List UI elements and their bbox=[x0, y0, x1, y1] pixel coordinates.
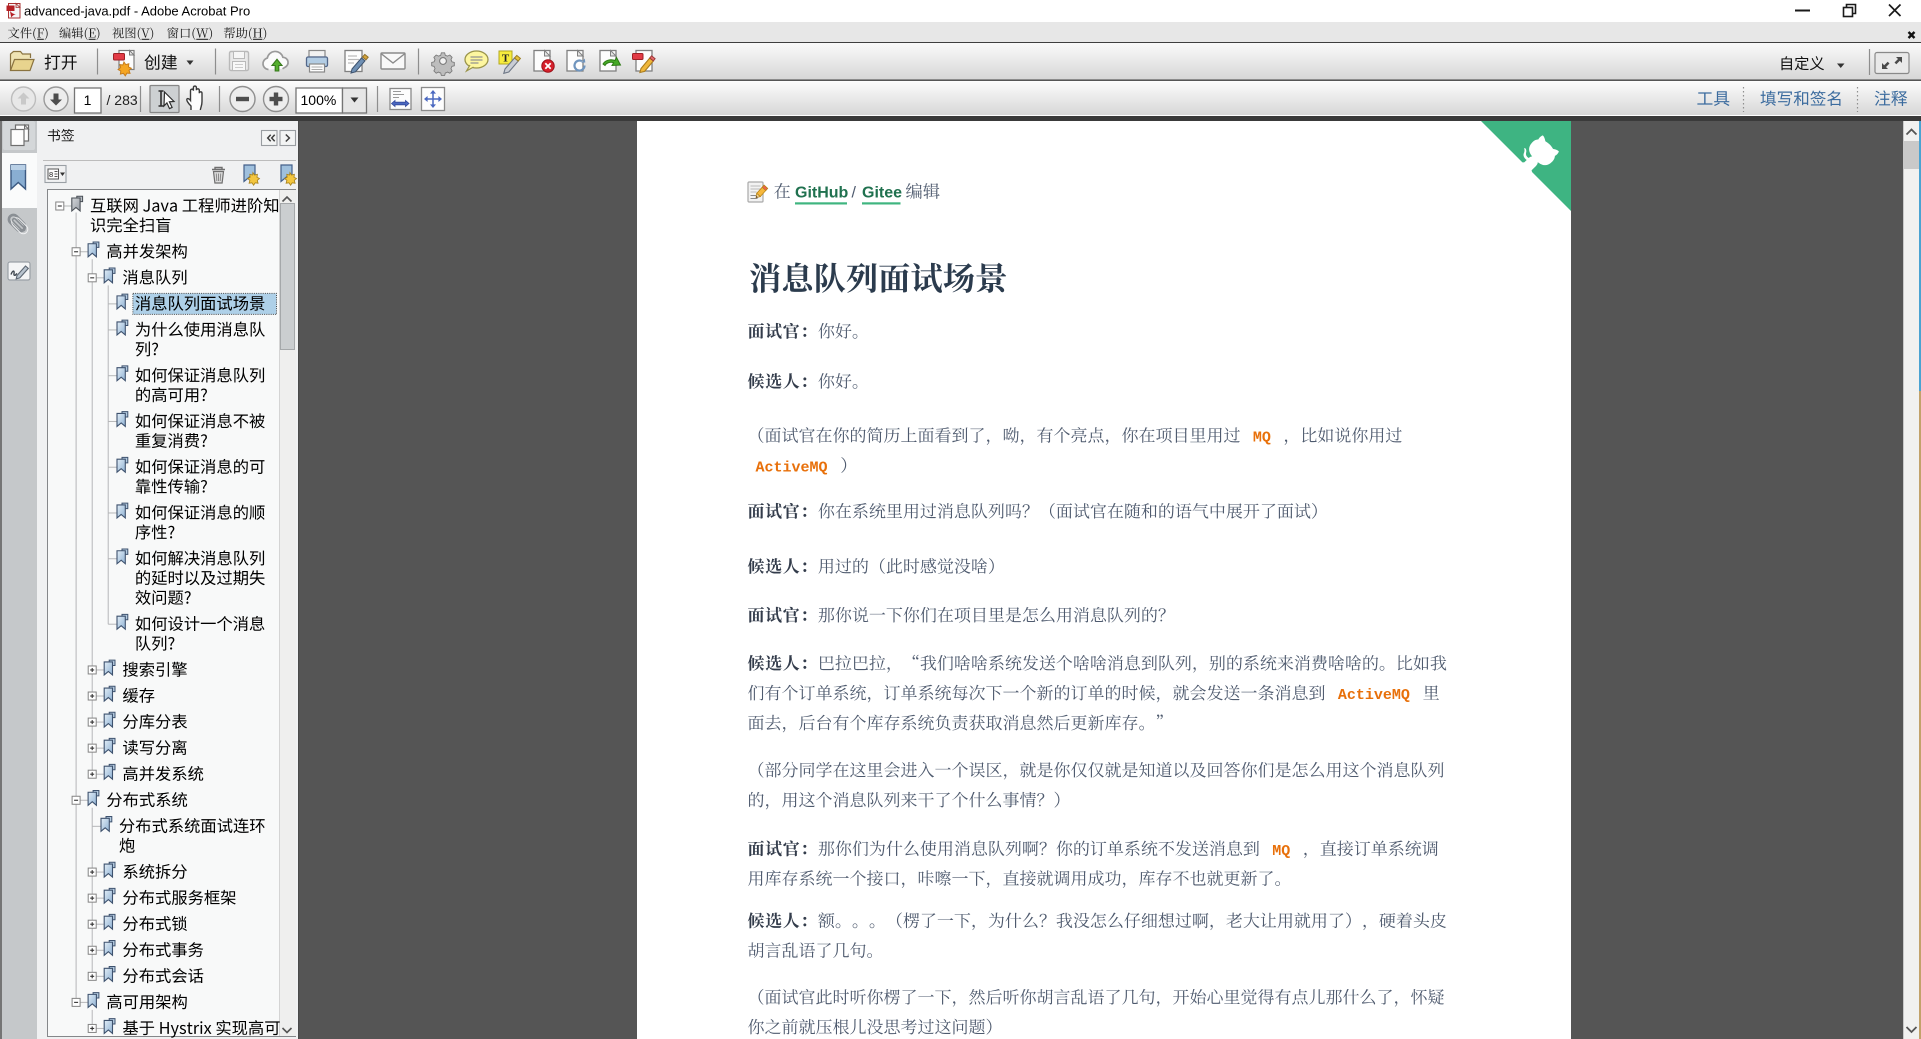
svg-text:1: 1 bbox=[84, 92, 92, 108]
svg-text:/ 283: / 283 bbox=[107, 92, 138, 108]
svg-text:GitHub: GitHub bbox=[795, 185, 849, 202]
svg-text:ActiveMQ: ActiveMQ bbox=[756, 459, 828, 476]
svg-text:Gitee: Gitee bbox=[862, 185, 902, 202]
svg-text:ActiveMQ: ActiveMQ bbox=[1338, 687, 1410, 704]
svg-text:advanced-java.pdf - Adobe Acro: advanced-java.pdf - Adobe Acrobat Pro bbox=[24, 4, 250, 19]
svg-text:T: T bbox=[502, 53, 510, 65]
svg-text:/: / bbox=[852, 185, 857, 202]
svg-text:MQ: MQ bbox=[1253, 430, 1271, 447]
svg-text:100%: 100% bbox=[301, 92, 337, 108]
svg-text:MQ: MQ bbox=[1272, 843, 1290, 860]
svg-text:8: 8 bbox=[49, 170, 53, 179]
